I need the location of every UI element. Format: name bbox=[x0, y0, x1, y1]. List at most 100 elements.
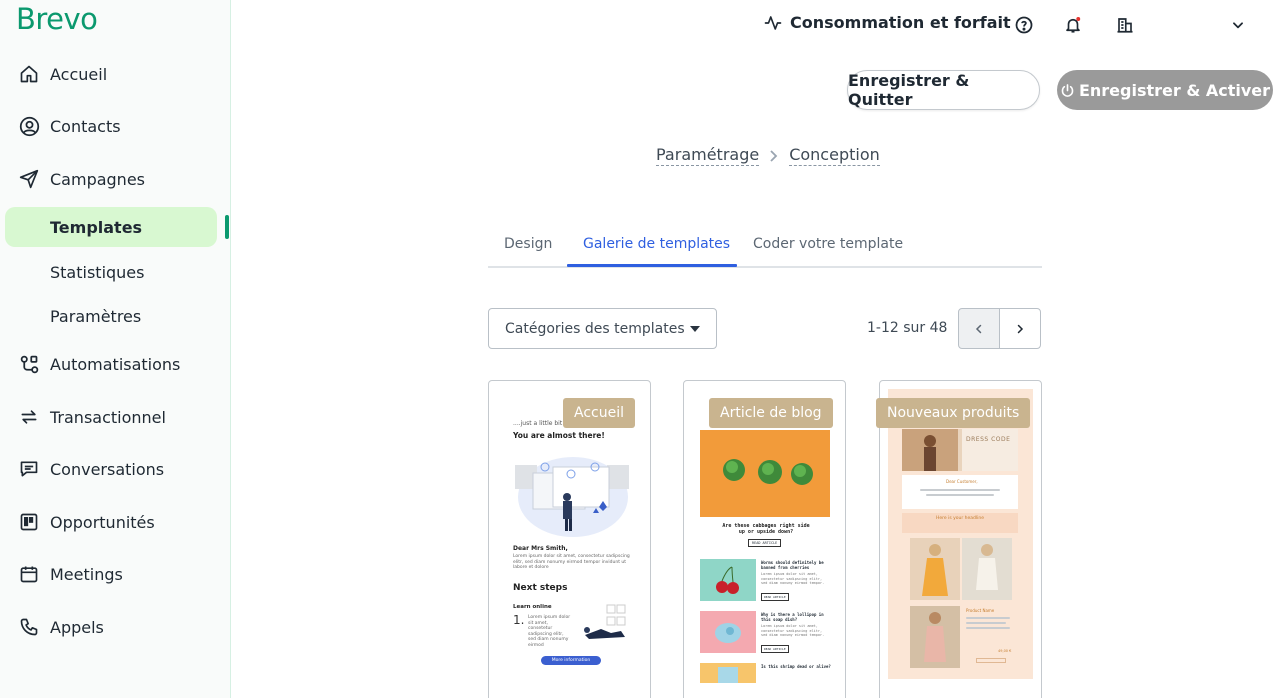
help-icon[interactable] bbox=[1013, 14, 1035, 36]
building-icon[interactable] bbox=[1114, 14, 1136, 36]
home-icon bbox=[17, 62, 41, 86]
next-page-button[interactable] bbox=[999, 308, 1041, 349]
product-image-2 bbox=[962, 538, 1012, 600]
activity-icon bbox=[764, 15, 782, 30]
sidebar-item-label: Opportunités bbox=[50, 512, 155, 532]
preview-section: Here is your headline bbox=[936, 516, 985, 521]
preview-item2-button: READ ARTICLE bbox=[761, 645, 789, 653]
preview-intro: ....just a little bit m bbox=[513, 420, 570, 427]
save-activate-label: Enregistrer & Activer bbox=[1078, 80, 1271, 100]
sidebar: Brevo Accueil Contacts Campagnes Templat… bbox=[0, 0, 231, 698]
tab-galerie[interactable]: Galerie de templates bbox=[583, 236, 730, 252]
sidebar-item-label: Meetings bbox=[50, 564, 123, 584]
sidebar-item-parametres[interactable]: Paramètres bbox=[5, 296, 217, 336]
product-image-3 bbox=[910, 606, 960, 668]
sidebar-item-statistiques[interactable]: Statistiques bbox=[5, 252, 217, 292]
preview-item2-title: Why is there a lollipop in this soap dis… bbox=[761, 612, 824, 622]
preview-greeting: Dear Customer, bbox=[946, 479, 978, 484]
template-tag: Accueil bbox=[563, 398, 635, 428]
preview-step-title: Learn online bbox=[513, 604, 552, 610]
sidebar-item-templates[interactable]: Templates bbox=[5, 207, 217, 247]
preview-body: Lorem ipsum dolor sit amet, consectetur … bbox=[513, 554, 630, 570]
tab-coder[interactable]: Coder votre template bbox=[753, 236, 903, 252]
product-image-1 bbox=[910, 538, 960, 600]
sidebar-item-appels[interactable]: Appels bbox=[5, 607, 217, 647]
preview-headline: Are these cabbages right side up or upsi… bbox=[722, 523, 810, 535]
contacts-icon bbox=[17, 114, 41, 138]
cabbage-hero-image bbox=[700, 430, 830, 517]
tab-design[interactable]: Design bbox=[504, 236, 552, 252]
category-select-value: Catégories des templates bbox=[505, 320, 685, 337]
sidebar-item-label: Accueil bbox=[50, 64, 108, 84]
chevron-right-icon bbox=[769, 149, 779, 162]
chevron-down-icon[interactable] bbox=[1227, 14, 1249, 36]
caret-down-icon bbox=[690, 326, 700, 332]
template-tag: Nouveaux produits bbox=[876, 398, 1031, 428]
chevron-right-icon bbox=[1017, 324, 1024, 333]
preview-heading: You are almost there! bbox=[513, 431, 605, 440]
preview-text-line bbox=[966, 622, 1006, 624]
breadcrumb: Paramétrage Conception bbox=[656, 145, 880, 166]
sidebar-item-label: Paramètres bbox=[50, 306, 142, 326]
sidebar-item-meetings[interactable]: Meetings bbox=[5, 554, 217, 594]
preview-text-line bbox=[920, 489, 1000, 491]
sidebar-item-label: Automatisations bbox=[50, 354, 181, 374]
preview-text-line bbox=[966, 617, 1010, 619]
sidebar-item-transactionnel[interactable]: Transactionnel bbox=[5, 397, 217, 437]
transfer-icon bbox=[17, 405, 41, 429]
consumption-link[interactable]: Consommation et forfait bbox=[764, 13, 1011, 32]
preview-step-number: 1. bbox=[513, 613, 525, 627]
preview-item1-title: Worms should definitely be banned from c… bbox=[761, 560, 824, 570]
sidebar-item-automatisations[interactable]: Automatisations bbox=[5, 344, 217, 384]
preview-product-name: Product Name bbox=[966, 608, 995, 613]
sidebar-item-contacts[interactable]: Contacts bbox=[5, 106, 217, 146]
preview-next-steps: Next steps bbox=[513, 583, 568, 593]
active-indicator bbox=[225, 215, 229, 239]
power-icon bbox=[1061, 83, 1074, 97]
chevron-left-icon bbox=[975, 324, 982, 333]
sidebar-item-label: Conversations bbox=[50, 459, 165, 479]
sidebar-item-label: Transactionnel bbox=[50, 407, 166, 427]
sidebar-item-label: Statistiques bbox=[50, 262, 145, 282]
sidebar-item-conversations[interactable]: Conversations bbox=[5, 449, 217, 489]
breadcrumb-parametrage[interactable]: Paramétrage bbox=[656, 145, 760, 166]
sidebar-item-accueil[interactable]: Accueil bbox=[5, 54, 217, 94]
kanban-icon bbox=[17, 510, 41, 534]
sidebar-item-label: Appels bbox=[50, 617, 104, 637]
brevo-logo[interactable]: Brevo bbox=[16, 2, 98, 36]
breadcrumb-conception[interactable]: Conception bbox=[789, 145, 880, 166]
chat-icon bbox=[17, 457, 41, 481]
preview-item3-title: Is this shrimp dead or alive? bbox=[761, 664, 831, 669]
save-activate-button[interactable]: Enregistrer & Activer bbox=[1057, 70, 1273, 110]
sidebar-item-label: Campagnes bbox=[50, 169, 145, 189]
save-quit-button[interactable]: Enregistrer & Quitter bbox=[847, 70, 1040, 110]
automation-icon bbox=[17, 352, 41, 376]
phone-icon bbox=[17, 615, 41, 639]
preview-step-text: Lorem ipsum dolor sit amet, consetetur s… bbox=[528, 615, 571, 648]
preview-text-line bbox=[926, 494, 994, 496]
calendar-icon bbox=[17, 562, 41, 586]
sidebar-item-opportunites[interactable]: Opportunités bbox=[5, 502, 217, 542]
design-tabs: Design Galerie de templates Coder votre … bbox=[488, 227, 1042, 268]
preview-product-button bbox=[976, 658, 1006, 663]
preview-item1-text: Lorem ipsum dolor sit amet, consectetur … bbox=[761, 572, 825, 585]
preview-hero-title: DRESS CODE bbox=[966, 436, 1011, 443]
preview-text-line bbox=[966, 627, 1010, 629]
active-tab-underline bbox=[567, 264, 737, 267]
preview-read-button: READ ARTICLE bbox=[748, 539, 782, 547]
sidebar-item-label: Templates bbox=[50, 217, 143, 237]
lollipop-image bbox=[700, 611, 756, 653]
preview-item2-text: Lorem ipsum dolor sit amet, consectetur … bbox=[761, 624, 825, 637]
preview-greeting: Dear Mrs Smith, bbox=[513, 545, 568, 552]
previous-page-button[interactable] bbox=[958, 308, 1000, 349]
step-illustration bbox=[584, 604, 626, 639]
sidebar-item-label: Contacts bbox=[50, 116, 121, 136]
sidebar-item-campagnes[interactable]: Campagnes bbox=[5, 159, 217, 199]
category-select[interactable]: Catégories des templates bbox=[488, 308, 717, 349]
consumption-label: Consommation et forfait bbox=[790, 13, 1011, 32]
onboarding-illustration bbox=[515, 457, 629, 537]
shrimp-image bbox=[700, 663, 756, 683]
cherries-image bbox=[700, 559, 756, 601]
send-icon bbox=[17, 167, 41, 191]
bell-icon[interactable] bbox=[1062, 14, 1084, 36]
